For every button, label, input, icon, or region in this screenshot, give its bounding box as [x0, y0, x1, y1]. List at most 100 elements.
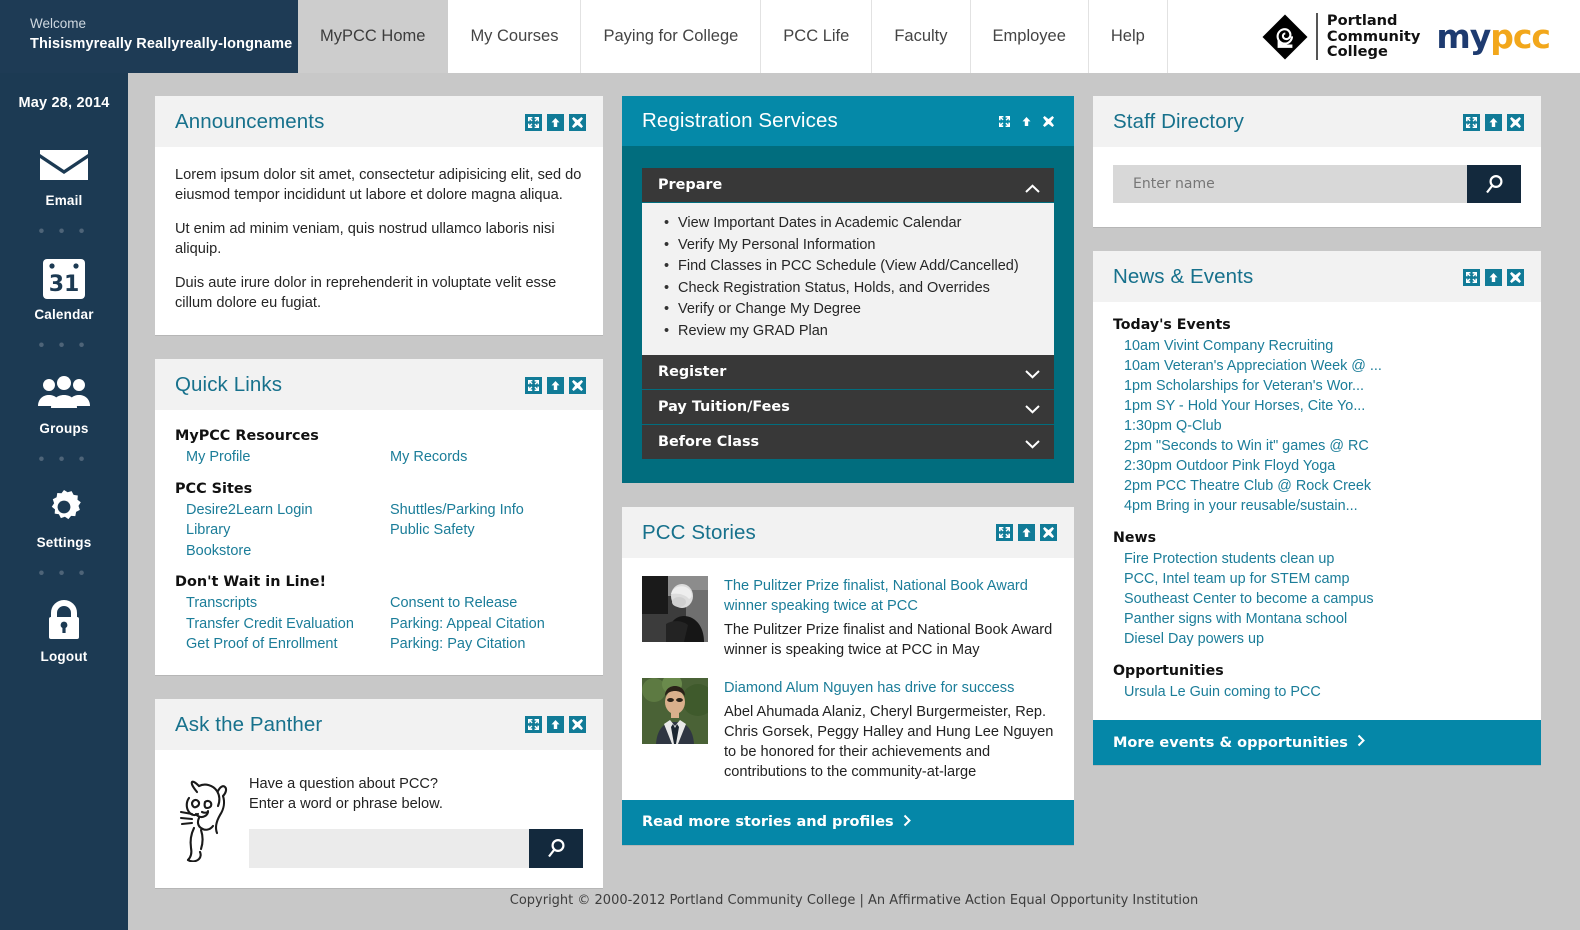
- close-x-icon[interactable]: [569, 113, 586, 131]
- event-link[interactable]: 2:30pm Outdoor Pink Floyd Yoga: [1113, 456, 1521, 476]
- news-link[interactable]: Panther signs with Montana school: [1113, 609, 1521, 629]
- more-events-label: More events & opportunities: [1113, 734, 1348, 751]
- announcements-body: Lorem ipsum dolor sit amet, consectetur …: [155, 147, 603, 335]
- up-arrow-icon[interactable]: [1018, 524, 1035, 542]
- panther-search-input[interactable]: [249, 828, 529, 868]
- quick-link[interactable]: Bookstore: [175, 541, 379, 562]
- section-heading-todays-events: Today's Events: [1113, 317, 1231, 333]
- people-icon: [0, 369, 128, 417]
- sidebar-item-email[interactable]: Email: [0, 141, 128, 208]
- close-x-icon[interactable]: [1040, 524, 1057, 542]
- tab-employee[interactable]: Employee: [970, 0, 1089, 73]
- accordion-item[interactable]: View Important Dates in Academic Calenda…: [642, 213, 1054, 235]
- accordion-header-before-class[interactable]: Before Class: [642, 424, 1054, 459]
- portlet-ask-the-panther: Ask the Panther Have a question about PC…: [155, 698, 603, 888]
- tab-paying-for-college[interactable]: Paying for College: [581, 0, 762, 73]
- tab-faculty[interactable]: Faculty: [872, 0, 971, 73]
- accordion-label: Prepare: [658, 177, 723, 193]
- quick-link[interactable]: Library: [175, 520, 379, 541]
- accordion-item[interactable]: Check Registration Status, Holds, and Ov…: [642, 278, 1054, 300]
- expand-arrows-icon[interactable]: [1463, 268, 1480, 286]
- event-link[interactable]: 1:30pm Q-Club: [1113, 416, 1521, 436]
- logo-line-3: College: [1326, 43, 1388, 61]
- quick-links-column-left: Transcripts Transfer Credit Evaluation G…: [175, 593, 379, 655]
- more-events-link[interactable]: More events & opportunities: [1093, 720, 1541, 765]
- quick-link[interactable]: Shuttles/Parking Info: [379, 500, 583, 521]
- quick-link[interactable]: My Profile: [175, 447, 379, 468]
- sidebar-divider: • • •: [38, 337, 90, 354]
- accordion-header-pay-tuition-fees[interactable]: Pay Tuition/Fees: [642, 389, 1054, 425]
- expand-arrows-icon[interactable]: [1463, 113, 1480, 131]
- quick-link[interactable]: Transcripts: [175, 593, 379, 614]
- accordion-label: Register: [658, 363, 727, 380]
- event-link[interactable]: 10am Vivint Company Recruiting: [1113, 336, 1521, 356]
- panther-search-button[interactable]: [529, 828, 583, 868]
- staff-search-input[interactable]: [1113, 165, 1467, 203]
- brand-logo[interactable]: Portland Community College mypcc: [1167, 0, 1580, 73]
- tab-help[interactable]: Help: [1088, 0, 1168, 73]
- accordion-item[interactable]: Find Classes in PCC Schedule (View Add/C…: [642, 256, 1054, 278]
- up-arrow-icon[interactable]: [1485, 268, 1502, 286]
- quick-link[interactable]: Get Proof of Enrollment: [175, 634, 379, 655]
- up-arrow-icon[interactable]: [1485, 113, 1502, 131]
- event-link[interactable]: 2pm "Seconds to Win it" games @ RC: [1113, 436, 1521, 456]
- accordion-item[interactable]: Verify My Personal Information: [642, 235, 1054, 257]
- accordion-header-prepare[interactable]: Prepare: [642, 168, 1054, 203]
- registration-body: Prepare View Important Dates in Academic…: [622, 146, 1074, 483]
- up-arrow-icon[interactable]: [547, 113, 564, 131]
- quick-link[interactable]: My Records: [379, 447, 583, 468]
- sidebar-item-calendar[interactable]: 31 Calendar: [0, 255, 128, 322]
- quick-link[interactable]: Parking: Pay Citation: [379, 634, 583, 655]
- event-link[interactable]: 2pm PCC Theatre Club @ Rock Creek: [1113, 476, 1521, 496]
- sidebar-item-logout[interactable]: Logout: [0, 597, 128, 664]
- accordion-header-register[interactable]: Register: [642, 354, 1054, 390]
- tab-mypcc-home[interactable]: MyPCC Home: [298, 0, 449, 73]
- news-link[interactable]: Fire Protection students clean up: [1113, 549, 1521, 569]
- expand-arrows-icon[interactable]: [996, 112, 1013, 130]
- column-right: Staff Directory Enter name News & Events…: [1093, 96, 1541, 789]
- news-link[interactable]: Diesel Day powers up: [1113, 629, 1521, 649]
- expand-arrows-icon[interactable]: [525, 376, 542, 394]
- expand-arrows-icon[interactable]: [525, 113, 542, 131]
- expand-arrows-icon[interactable]: [525, 716, 542, 733]
- section-heading-news: News: [1113, 530, 1157, 546]
- quick-link[interactable]: Public Safety: [379, 520, 583, 541]
- story-link[interactable]: Diamond Alum Nguyen has drive for succes…: [724, 678, 1054, 698]
- page-title-staff-directory: Staff Directory: [1113, 110, 1244, 133]
- portlet-controls: [1463, 268, 1524, 286]
- welcome-label: Welcome: [30, 16, 87, 31]
- up-arrow-icon[interactable]: [1018, 112, 1035, 130]
- tab-my-courses[interactable]: My Courses: [448, 0, 582, 73]
- opportunity-link[interactable]: Ursula Le Guin coming to PCC: [1113, 682, 1521, 702]
- close-x-icon[interactable]: [1507, 113, 1524, 131]
- expand-arrows-icon[interactable]: [996, 524, 1013, 542]
- close-x-icon[interactable]: [569, 716, 586, 733]
- portlet-quick-links: Quick Links MyPCC Resources My Profile M…: [155, 359, 603, 675]
- sidebar-item-groups[interactable]: Groups: [0, 369, 128, 436]
- sidebar-label-settings: Settings: [36, 535, 92, 550]
- news-link[interactable]: PCC, Intel team up for STEM camp: [1113, 569, 1521, 589]
- up-arrow-icon[interactable]: [547, 716, 564, 733]
- announcement-paragraph: Duis aute irure dolor in reprehenderit i…: [175, 275, 557, 311]
- staff-search-button[interactable]: [1467, 165, 1521, 203]
- accordion-item[interactable]: Verify or Change My Degree: [642, 299, 1054, 321]
- close-x-icon[interactable]: [569, 376, 586, 394]
- sidebar-item-settings[interactable]: Settings: [0, 483, 128, 550]
- event-link[interactable]: 10am Veteran's Appreciation Week @ ...: [1113, 356, 1521, 376]
- close-x-icon[interactable]: [1507, 268, 1524, 286]
- up-arrow-icon[interactable]: [547, 376, 564, 394]
- page-title-news-events: News & Events: [1113, 265, 1254, 288]
- quick-link[interactable]: Consent to Release: [379, 593, 583, 614]
- close-x-icon[interactable]: [1040, 112, 1057, 130]
- accordion-item[interactable]: Review my GRAD Plan: [642, 321, 1054, 343]
- event-link[interactable]: 1pm SY - Hold Your Horses, Cite Yo...: [1113, 396, 1521, 416]
- event-link[interactable]: 1pm Scholarships for Veteran's Wor...: [1113, 376, 1521, 396]
- quick-link[interactable]: Parking: Appeal Citation: [379, 614, 583, 635]
- quick-link[interactable]: Desire2Learn Login: [175, 500, 379, 521]
- news-link[interactable]: Southeast Center to become a campus: [1113, 589, 1521, 609]
- story-link[interactable]: The Pulitzer Prize finalist, National Bo…: [724, 576, 1054, 616]
- quick-link[interactable]: Transfer Credit Evaluation: [175, 614, 379, 635]
- tab-pcc-life[interactable]: PCC Life: [761, 0, 873, 73]
- event-link[interactable]: 4pm Bring in your reusable/sustain...: [1113, 496, 1521, 516]
- read-more-stories-link[interactable]: Read more stories and profiles: [622, 799, 1074, 845]
